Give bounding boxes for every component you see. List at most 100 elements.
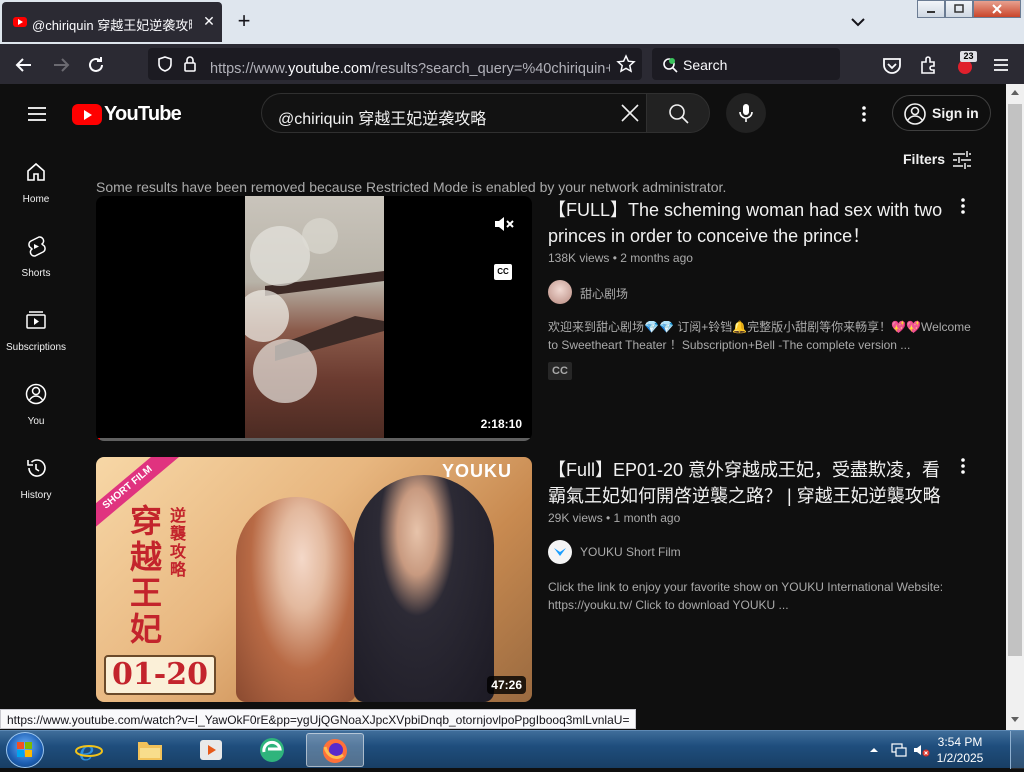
- forward-arrow-icon[interactable]: [50, 54, 72, 76]
- taskbar-media-player[interactable]: [182, 733, 240, 767]
- subscriptions-icon: [26, 311, 46, 329]
- youtube-search-button[interactable]: [646, 93, 710, 133]
- new-tab-button[interactable]: +: [232, 10, 256, 34]
- search-icon: [669, 104, 689, 124]
- media-player-icon: [200, 740, 222, 760]
- tab-close-icon[interactable]: ✕: [200, 12, 218, 30]
- lock-icon[interactable]: [182, 55, 198, 78]
- folder-icon: [138, 742, 162, 760]
- settings-kebab-icon[interactable]: [854, 102, 874, 126]
- history-icon: [27, 459, 46, 477]
- sign-in-button[interactable]: Sign in: [892, 95, 991, 131]
- sign-in-label: Sign in: [932, 105, 979, 121]
- sidebar-item-label: You: [27, 416, 45, 427]
- sidebar-item-shorts[interactable]: Shorts: [0, 234, 72, 304]
- video-2-meta: 29K views • 1 month ago: [548, 511, 681, 525]
- firefox-icon: [323, 739, 347, 763]
- youtube-favicon-icon: [13, 17, 27, 27]
- taskbar-file-explorer[interactable]: [121, 733, 179, 767]
- video-2-description: Click the link to enjoy your favorite sh…: [548, 580, 944, 612]
- browser-toolbar: https://www.youtube.com/results?search_q…: [0, 44, 1024, 84]
- filters-label: Filters: [903, 151, 946, 167]
- pocket-icon[interactable]: [881, 54, 903, 76]
- show-desktop-button[interactable]: [1010, 731, 1024, 769]
- video-thumbnail-2[interactable]: SHORT FILM YOUKU 穿越王妃 逆襲攻略 01-20 47:26: [96, 457, 532, 702]
- addon-count-badge: 23: [960, 51, 977, 62]
- video-duration: 2:18:10: [476, 415, 526, 433]
- video-1-meta: 138K views • 2 months ago: [548, 251, 693, 265]
- edge-icon: [260, 738, 284, 762]
- scroll-up-arrow-icon[interactable]: [1010, 88, 1020, 96]
- system-clock[interactable]: 3:54 PM 1/2/2025: [930, 734, 990, 766]
- channel-avatar[interactable]: [548, 280, 572, 304]
- show-hidden-icons-arrow-icon[interactable]: [868, 743, 880, 755]
- sidebar-item-home[interactable]: Home: [0, 160, 72, 230]
- video-thumbnail-1[interactable]: CC 2:18:10: [96, 196, 532, 441]
- video-progress-track: [96, 438, 532, 441]
- taskbar-internet-explorer[interactable]: e: [60, 733, 118, 767]
- volume-muted-icon[interactable]: [912, 741, 930, 759]
- sidebar-item-you[interactable]: You: [0, 382, 72, 452]
- minimize-button[interactable]: [917, 0, 945, 18]
- shorts-icon: [28, 236, 46, 257]
- hamburger-menu-icon[interactable]: [990, 54, 1012, 76]
- mute-icon[interactable]: [492, 212, 516, 236]
- youtube-search-input[interactable]: @chiriquin 穿越王妃逆袭攻略: [261, 93, 647, 133]
- filters-sliders-icon: [953, 151, 971, 169]
- reload-icon[interactable]: [85, 54, 107, 76]
- start-button[interactable]: [6, 732, 44, 768]
- svg-text:e: e: [79, 737, 94, 764]
- sidebar-item-label: Shorts: [21, 268, 51, 279]
- channel-name[interactable]: YOUKU Short Film: [580, 545, 681, 559]
- channel-avatar[interactable]: [548, 540, 572, 564]
- window-controls: [917, 0, 1021, 18]
- internet-explorer-icon: e: [75, 737, 103, 764]
- scrollbar-thumb[interactable]: [1008, 104, 1022, 656]
- restore-button[interactable]: [945, 0, 973, 18]
- scroll-down-arrow-icon[interactable]: [1010, 716, 1020, 724]
- network-icon[interactable]: [890, 741, 908, 759]
- browser-tab-active[interactable]: @chiriquin 穿越王妃逆袭攻略 ✕: [2, 2, 222, 42]
- thumb-drama-title: 穿越王妃: [130, 502, 163, 648]
- sidebar-item-history[interactable]: History: [0, 456, 72, 526]
- youtube-play-logo-icon: [72, 104, 102, 125]
- address-bar[interactable]: https://www.youtube.com/results?search_q…: [148, 48, 642, 80]
- web-search-input[interactable]: Search: [652, 48, 840, 80]
- guide-menu-icon[interactable]: [25, 102, 49, 126]
- link-status-bar: https://www.youtube.com/watch?v=I_YawOkF…: [0, 709, 637, 729]
- thumb-episode-range: 01-20: [104, 655, 216, 695]
- video-1-description: 欢迎来到甜心剧场💎💎 订阅+铃铛🔔完整版小甜剧等你来畅享！💖💖Welcome t…: [548, 320, 971, 352]
- you-account-icon: [25, 383, 47, 405]
- search-engine-icon: [661, 56, 679, 79]
- home-icon: [27, 162, 45, 181]
- bookmark-star-icon[interactable]: [616, 54, 636, 79]
- youtube-logo[interactable]: YouTube: [72, 102, 182, 126]
- thumb-drama-subtitle: 逆襲攻略: [170, 506, 187, 579]
- filters-button[interactable]: Filters: [903, 150, 975, 170]
- taskbar-edge[interactable]: [243, 733, 301, 767]
- voice-search-button[interactable]: [726, 93, 766, 133]
- clear-search-icon[interactable]: [620, 103, 640, 128]
- closed-captions-toggle-icon[interactable]: CC: [494, 264, 512, 280]
- tracking-protection-shield-icon[interactable]: [156, 55, 174, 78]
- youtube-logo-text: YouTube: [104, 103, 182, 125]
- video-title-2[interactable]: 【Full】EP01-20 意外穿越成王妃，受盡欺凌，看霸氣王妃如何開啓逆襲之路…: [548, 457, 944, 509]
- video-progress-fill: [96, 438, 100, 441]
- video-1-more-kebab-icon[interactable]: [953, 196, 973, 216]
- list-all-tabs-chevron-icon[interactable]: [846, 10, 870, 34]
- back-arrow-icon[interactable]: [13, 54, 35, 76]
- restricted-mode-notice: Some results have been removed because R…: [96, 179, 727, 195]
- video-2-more-kebab-icon[interactable]: [953, 456, 973, 476]
- extensions-puzzle-icon[interactable]: [918, 54, 940, 76]
- cc-badge: CC: [548, 362, 572, 380]
- video-duration: 47:26: [487, 676, 526, 694]
- sidebar-item-subscriptions[interactable]: Subscriptions: [0, 308, 72, 378]
- sidebar-item-label: History: [20, 490, 52, 501]
- video-title-1[interactable]: 【FULL】The scheming woman had sex with tw…: [548, 197, 944, 249]
- taskbar-firefox[interactable]: [306, 733, 364, 767]
- channel-name[interactable]: 甜心剧场: [580, 285, 628, 302]
- sidebar-item-label: Subscriptions: [5, 342, 67, 353]
- close-window-button[interactable]: [973, 0, 1021, 18]
- youtube-header: YouTube @chiriquin 穿越王妃逆袭攻略 Sign in: [0, 84, 1006, 144]
- microphone-icon: [739, 104, 753, 122]
